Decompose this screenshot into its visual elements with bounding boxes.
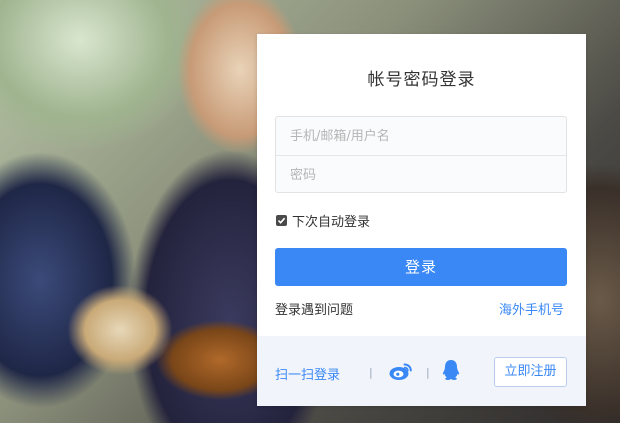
login-help-link[interactable]: 登录遇到问题 xyxy=(275,299,353,318)
credential-fields xyxy=(275,116,567,194)
check-icon xyxy=(277,217,286,224)
login-title: 帐号密码登录 xyxy=(367,70,476,90)
remember-checkbox[interactable] xyxy=(276,215,287,226)
login-panel: 帐号密码登录 下次自动登录 登录 登录遇到问题 海外手机号 扫一扫登录 | | xyxy=(257,34,586,406)
register-button[interactable]: 立即注册 xyxy=(494,357,567,387)
separator: | xyxy=(369,366,373,379)
separator: | xyxy=(426,366,430,379)
remember-label: 下次自动登录 xyxy=(292,215,371,230)
login-footer: 扫一扫登录 | | 立即注册 xyxy=(257,336,586,406)
username-input[interactable] xyxy=(276,117,566,155)
weibo-icon[interactable] xyxy=(389,361,413,381)
password-input[interactable] xyxy=(276,156,566,194)
login-button[interactable]: 登录 xyxy=(275,248,567,286)
qq-icon[interactable] xyxy=(441,358,461,382)
overseas-phone-link[interactable]: 海外手机号 xyxy=(499,299,564,318)
remember-me[interactable]: 下次自动登录 xyxy=(276,211,370,230)
scan-login-link[interactable]: 扫一扫登录 xyxy=(275,364,340,383)
